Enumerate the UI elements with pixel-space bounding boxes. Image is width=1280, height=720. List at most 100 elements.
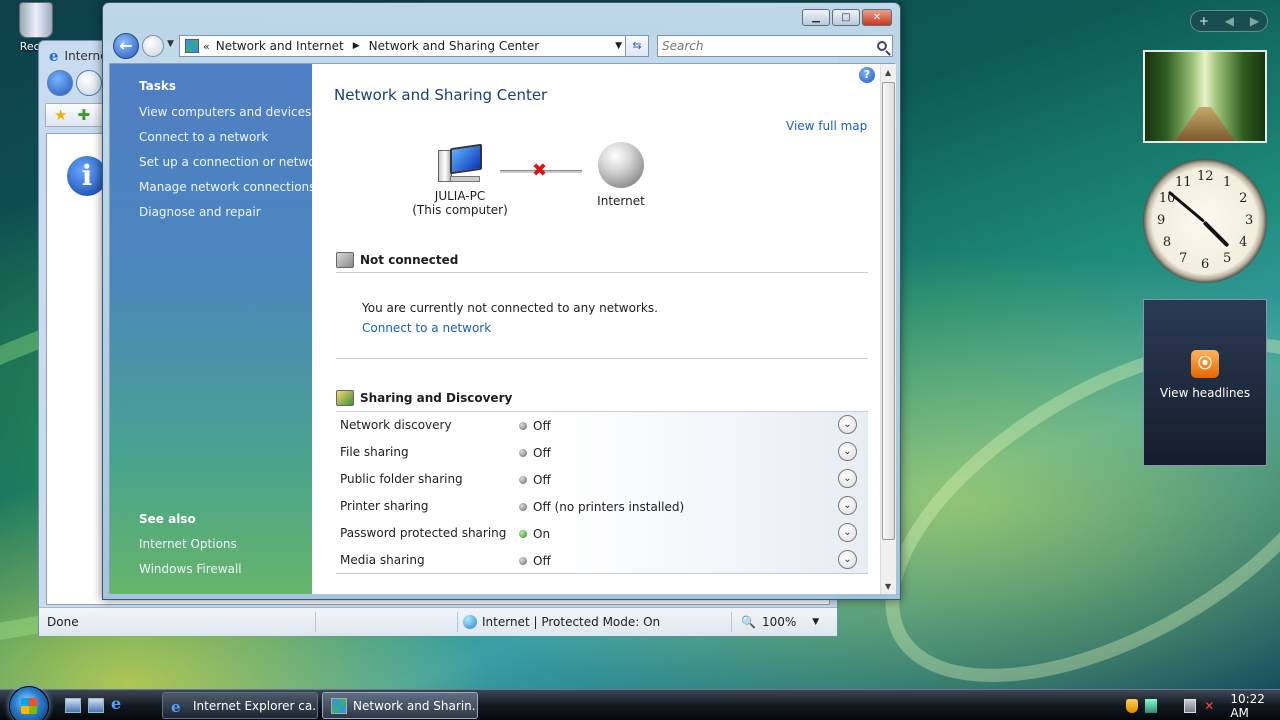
ie-zoom-control[interactable]: 🔍 100% ▼ [741,615,819,629]
internet-node: Internet [586,142,656,208]
zoom-dropdown-icon[interactable]: ▼ [812,617,819,627]
clock-numeral: 7 [1179,251,1188,267]
sharing-row-label: Public folder sharing [340,472,463,486]
taskbar-clock[interactable]: 10:22 AM [1230,692,1280,720]
back-button[interactable]: ← [113,33,139,59]
sharing-row-label: Printer sharing [340,499,429,513]
expand-chevron-icon[interactable]: ⌄ [838,469,857,488]
search-icon[interactable] [877,41,887,51]
network-status-icon [336,252,354,268]
task-manage-connections[interactable]: Manage network connections [139,180,315,194]
network-status-tray-icon[interactable] [1145,698,1158,713]
sharing-row: Media sharing Off ⌄ [336,547,868,574]
expand-chevron-icon[interactable]: ⌄ [838,442,857,461]
info-icon: i [67,156,107,196]
sharing-row-label: File sharing [340,445,409,459]
network-disconnected-tray-icon[interactable] [1183,698,1197,713]
not-connected-message: You are currently not connected to any n… [362,301,658,315]
sharing-row-status: Off [533,473,551,487]
tasks-sidebar: Tasks View computers and devices Connect… [110,64,327,594]
status-divider [731,612,732,632]
internet-explorer-quicklaunch-icon[interactable]: e [111,694,127,713]
previous-gadget-icon[interactable]: ◀ [1225,14,1234,28]
breadcrumb-overflow-icon[interactable]: « [203,40,210,53]
view-full-map-link[interactable]: View full map [786,119,867,133]
network-sharing-center-window[interactable]: ▁ □ ✕ ← ▼ « Network and Internet ▶ Netwo… [102,2,901,600]
task-diagnose-repair[interactable]: Diagnose and repair [139,205,261,219]
status-off-dot-icon [519,449,527,457]
help-icon[interactable]: ? [859,67,875,83]
clock-numeral: 2 [1239,191,1248,206]
breadcrumb-separator-icon[interactable]: ▶ [353,41,360,51]
minimize-button[interactable]: ▁ [802,9,830,26]
content-area: Tasks View computers and devices Connect… [109,63,896,594]
address-bar[interactable]: « Network and Internet ▶ Network and Sha… [179,35,629,57]
clock-numeral: 11 [1175,174,1192,190]
sharing-row: File sharing Off ⌄ [336,439,868,466]
address-dropdown-icon[interactable]: ▼ [615,41,622,51]
task-view-computers[interactable]: View computers and devices [139,105,311,119]
search-box[interactable] [657,35,893,57]
expand-chevron-icon[interactable]: ⌄ [838,415,857,434]
slideshow-gadget[interactable] [1143,50,1267,143]
feed-headlines-gadget[interactable]: ⦿ View headlines [1143,299,1267,466]
window-controls: ▁ □ ✕ [802,9,892,26]
ie-security-zone[interactable]: Internet | Protected Mode: On [463,615,660,629]
close-button[interactable]: ✕ [862,9,892,26]
see-also-windows-firewall[interactable]: Windows Firewall [139,562,242,576]
sharing-icon [336,390,354,406]
breadcrumb-network-sharing[interactable]: Network and Sharing Center [369,39,540,53]
scroll-up-icon[interactable]: ▲ [885,68,891,77]
ie-zoom-text: 100% [761,615,797,629]
sharing-row-status: Off [533,446,551,460]
ie-back-button[interactable] [47,70,73,96]
main-pane: ? Network and Sharing Center View full m… [312,64,880,594]
expand-chevron-icon[interactable]: ⌄ [838,496,857,515]
connect-to-network-link[interactable]: Connect to a network [362,321,491,335]
breadcrumb-network-internet[interactable]: Network and Internet [216,39,344,53]
expand-chevron-icon[interactable]: ⌄ [838,523,857,542]
maximize-button[interactable]: □ [832,9,860,26]
add-gadget-icon[interactable]: + [1199,14,1209,28]
refresh-button[interactable]: ⇆ [625,35,649,57]
ie-favorites-bar: ★ ✚ [45,103,109,127]
status-divider [457,612,458,632]
clock-gadget[interactable]: 12 1 2 3 4 5 6 7 8 9 10 11 [1143,159,1267,283]
search-input[interactable] [662,39,862,53]
clock-numeral: 3 [1245,213,1254,228]
status-off-dot-icon [519,557,527,565]
switch-windows-icon[interactable] [88,698,104,713]
recent-pages-dropdown-icon[interactable]: ▼ [167,39,174,49]
taskbar-button-ie[interactable]: e Internet Explorer ca... [162,692,318,719]
taskbar-button-label: Network and Sharin... [353,698,478,713]
favorites-star-icon[interactable]: ★ [54,106,67,124]
section-divider [336,358,868,359]
section-divider [336,272,868,273]
status-on-dot-icon [519,530,527,538]
view-headlines-label: View headlines [1159,386,1251,400]
ie-zone-text: Internet | Protected Mode: On [482,615,661,629]
task-connect-network[interactable]: Connect to a network [139,130,268,144]
next-gadget-icon[interactable]: ▶ [1250,14,1259,28]
security-shield-icon[interactable] [1126,698,1139,713]
scroll-down-icon[interactable]: ▼ [885,582,891,591]
network-center-icon [331,697,347,714]
task-setup-connection[interactable]: Set up a connection or network [139,155,327,169]
ie-forward-button[interactable] [76,70,102,96]
vertical-scrollbar[interactable]: ▲ ▼ [880,64,896,594]
forward-button[interactable] [142,35,164,57]
volume-muted-icon[interactable]: ✕ [1203,699,1215,713]
ie-nav-buttons [47,70,102,96]
sharing-row: Printer sharing Off (no printers install… [336,493,868,520]
add-favorites-icon[interactable]: ✚ [77,106,90,124]
globe-icon [463,615,477,629]
show-desktop-icon[interactable] [65,698,81,713]
scrollbar-thumb[interactable] [882,82,895,540]
expand-chevron-icon[interactable]: ⌄ [838,550,857,569]
start-button[interactable] [9,686,49,720]
sharing-row-status: Off [533,419,551,433]
see-also-internet-options[interactable]: Internet Options [139,537,237,551]
taskbar-button-network[interactable]: Network and Sharin... [322,692,478,719]
computer-icon [436,143,484,186]
sharing-row-status: Off [533,554,551,568]
